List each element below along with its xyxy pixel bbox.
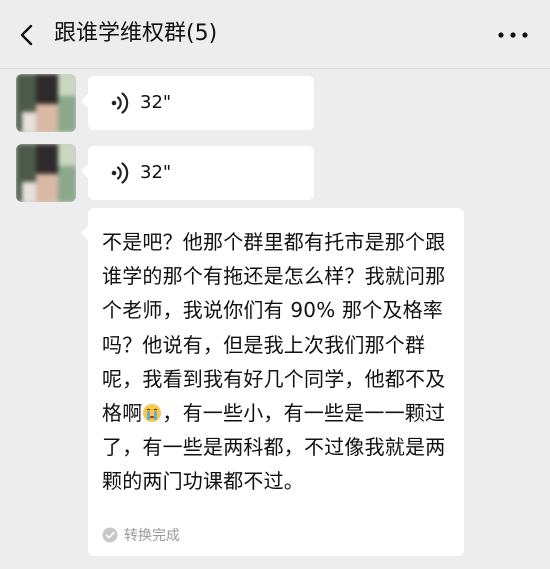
voice-message-bubble[interactable]: 32" [81,146,314,200]
voice-duration: 32" [140,92,172,113]
crying-face-emoji [143,404,162,423]
blurred-avatar-image [16,144,76,202]
transcript-bubble[interactable]: 不是吧？他那个群里都有托市是那个跟谁学的那个有拖还是怎么样？我就问那个老师，我说… [81,208,464,556]
transcript-text[interactable]: 不是吧？他那个群里都有托市是那个跟谁学的那个有拖还是怎么样？我就问那个老师，我说… [102,225,454,499]
transcript-text-part-1: 不是吧？他那个群里都有托市是那个跟谁学的那个有拖还是怎么样？我就问那个老师，我说… [102,230,446,426]
chat-header: 跟谁学维权群(5) [0,0,550,69]
back-button[interactable] [14,20,42,50]
status-label: 转换完成 [124,528,180,544]
check-circle-icon [102,527,118,543]
transcription-status: 转换完成 [102,526,180,546]
chevron-left-icon [20,24,33,46]
voice-wave-icon [111,162,129,184]
sender-avatar[interactable] [16,74,76,132]
blurred-avatar-image [16,74,76,132]
voice-message-bubble[interactable]: 32" [81,76,314,130]
voice-duration: 32" [140,162,172,183]
more-dots-icon [498,32,528,38]
sender-avatar[interactable] [16,144,76,202]
more-options-button[interactable] [496,25,530,45]
chat-window: 跟谁学维权群(5) 32" 32" 不是吧？他那个群里都有托市是那个跟谁学的那个… [0,0,550,569]
voice-wave-icon [111,92,129,114]
chat-title: 跟谁学维权群(5) [54,21,218,46]
